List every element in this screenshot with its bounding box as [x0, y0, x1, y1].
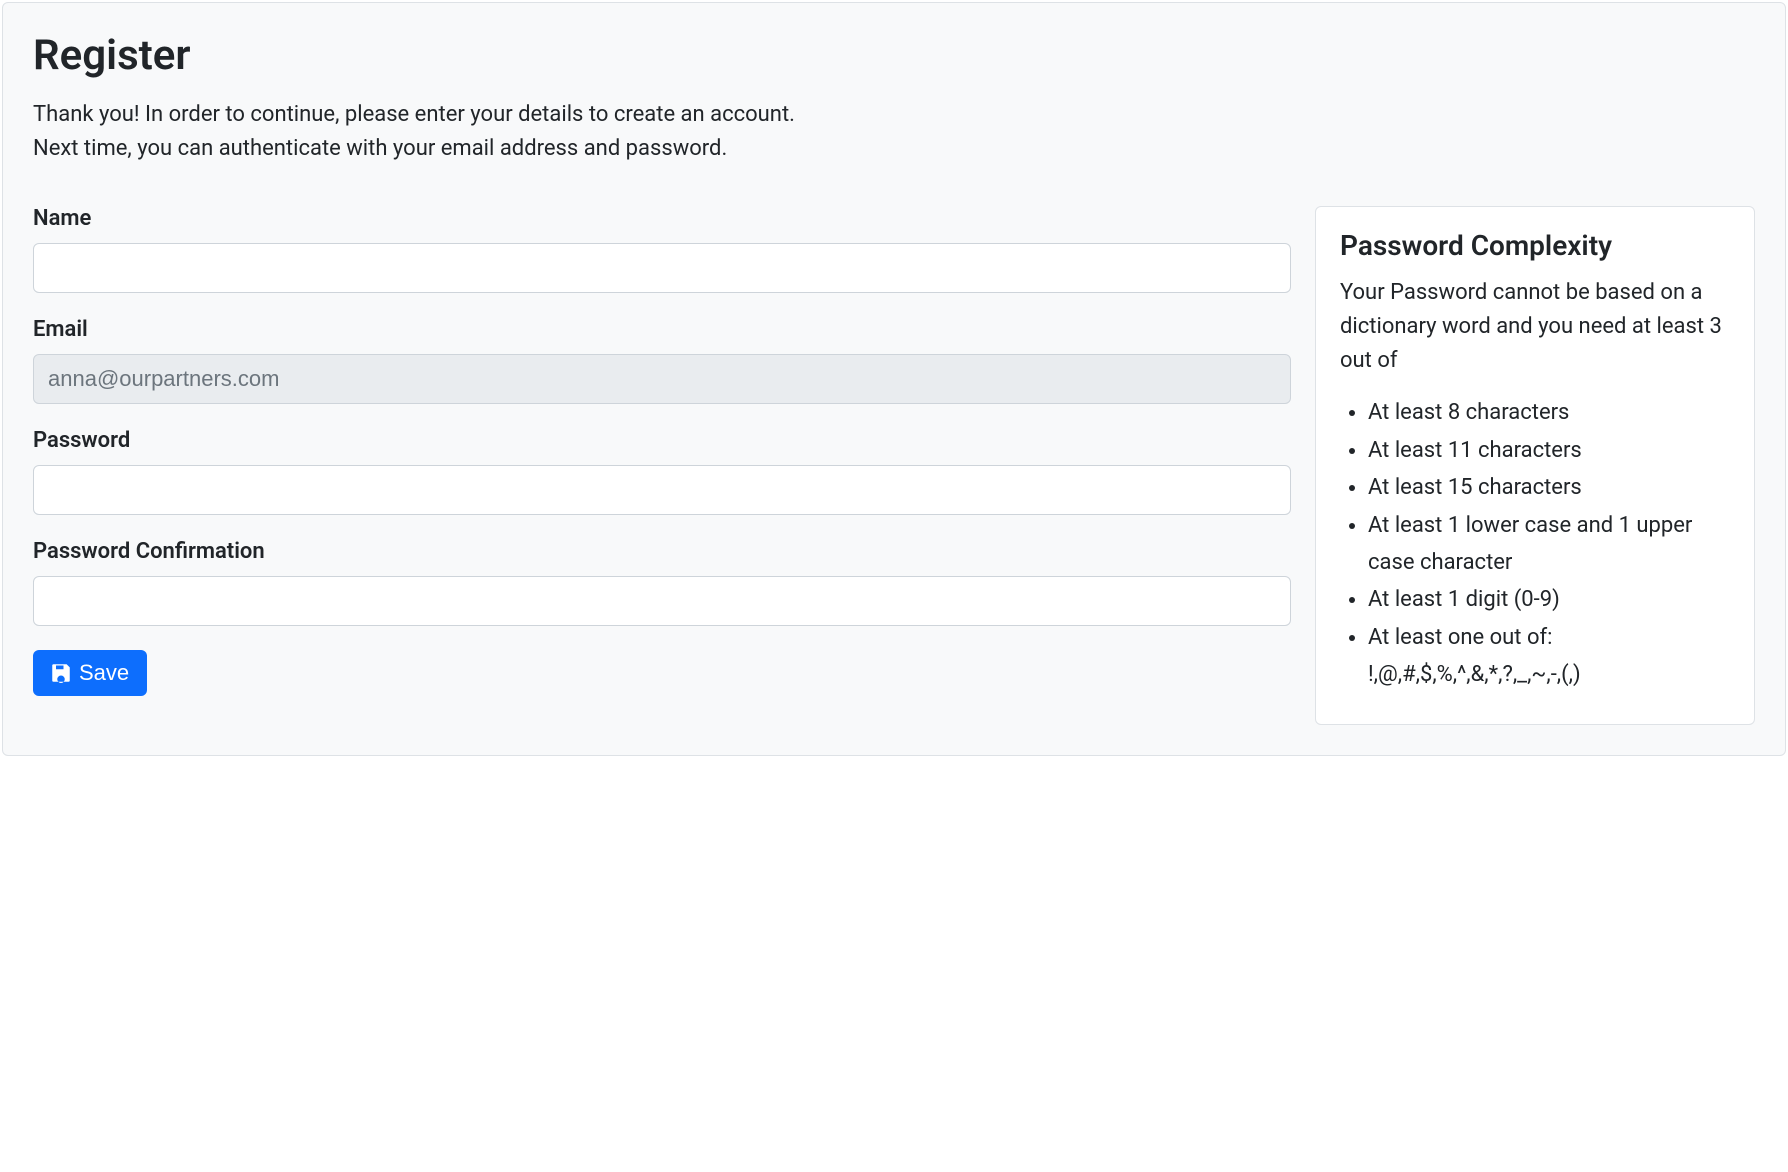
complexity-rule: At least 1 lower case and 1 upper case c…: [1368, 507, 1730, 582]
password-confirmation-input[interactable]: [33, 576, 1291, 626]
save-button[interactable]: Save: [33, 650, 147, 696]
password-input[interactable]: [33, 465, 1291, 515]
complexity-rule: At least 8 characters: [1368, 394, 1730, 431]
save-button-label: Save: [79, 660, 129, 686]
intro-line-2: Next time, you can authenticate with you…: [33, 136, 727, 161]
password-confirmation-label: Password Confirmation: [33, 539, 1291, 564]
sidebar-column: Password Complexity Your Password cannot…: [1315, 206, 1755, 724]
register-card: Register Thank you! In order to continue…: [2, 2, 1786, 756]
form-group-name: Name: [33, 206, 1291, 293]
name-label: Name: [33, 206, 1291, 231]
intro-text: Thank you! In order to continue, please …: [33, 98, 1755, 166]
complexity-description: Your Password cannot be based on a dicti…: [1340, 276, 1730, 378]
password-label: Password: [33, 428, 1291, 453]
complexity-rule: At least 15 characters: [1368, 469, 1730, 506]
complexity-rule: At least 11 characters: [1368, 432, 1730, 469]
form-group-password: Password: [33, 428, 1291, 515]
content-row: Name Email Password Password Confirmatio…: [33, 206, 1755, 724]
complexity-rules-list: At least 8 characters At least 11 charac…: [1340, 394, 1730, 693]
name-input[interactable]: [33, 243, 1291, 293]
form-column: Name Email Password Password Confirmatio…: [33, 206, 1291, 696]
complexity-rule: At least one out of: !,@,#,$,%,^,&,*,?,_…: [1368, 619, 1730, 694]
email-input: [33, 354, 1291, 404]
complexity-rule: At least 1 digit (0-9): [1368, 581, 1730, 618]
form-group-password-confirmation: Password Confirmation: [33, 539, 1291, 626]
page-title: Register: [33, 31, 1755, 80]
form-group-email: Email: [33, 317, 1291, 404]
complexity-title: Password Complexity: [1340, 229, 1730, 262]
password-complexity-card: Password Complexity Your Password cannot…: [1315, 206, 1755, 724]
save-icon: [51, 663, 71, 683]
intro-line-1: Thank you! In order to continue, please …: [33, 102, 795, 127]
email-label: Email: [33, 317, 1291, 342]
